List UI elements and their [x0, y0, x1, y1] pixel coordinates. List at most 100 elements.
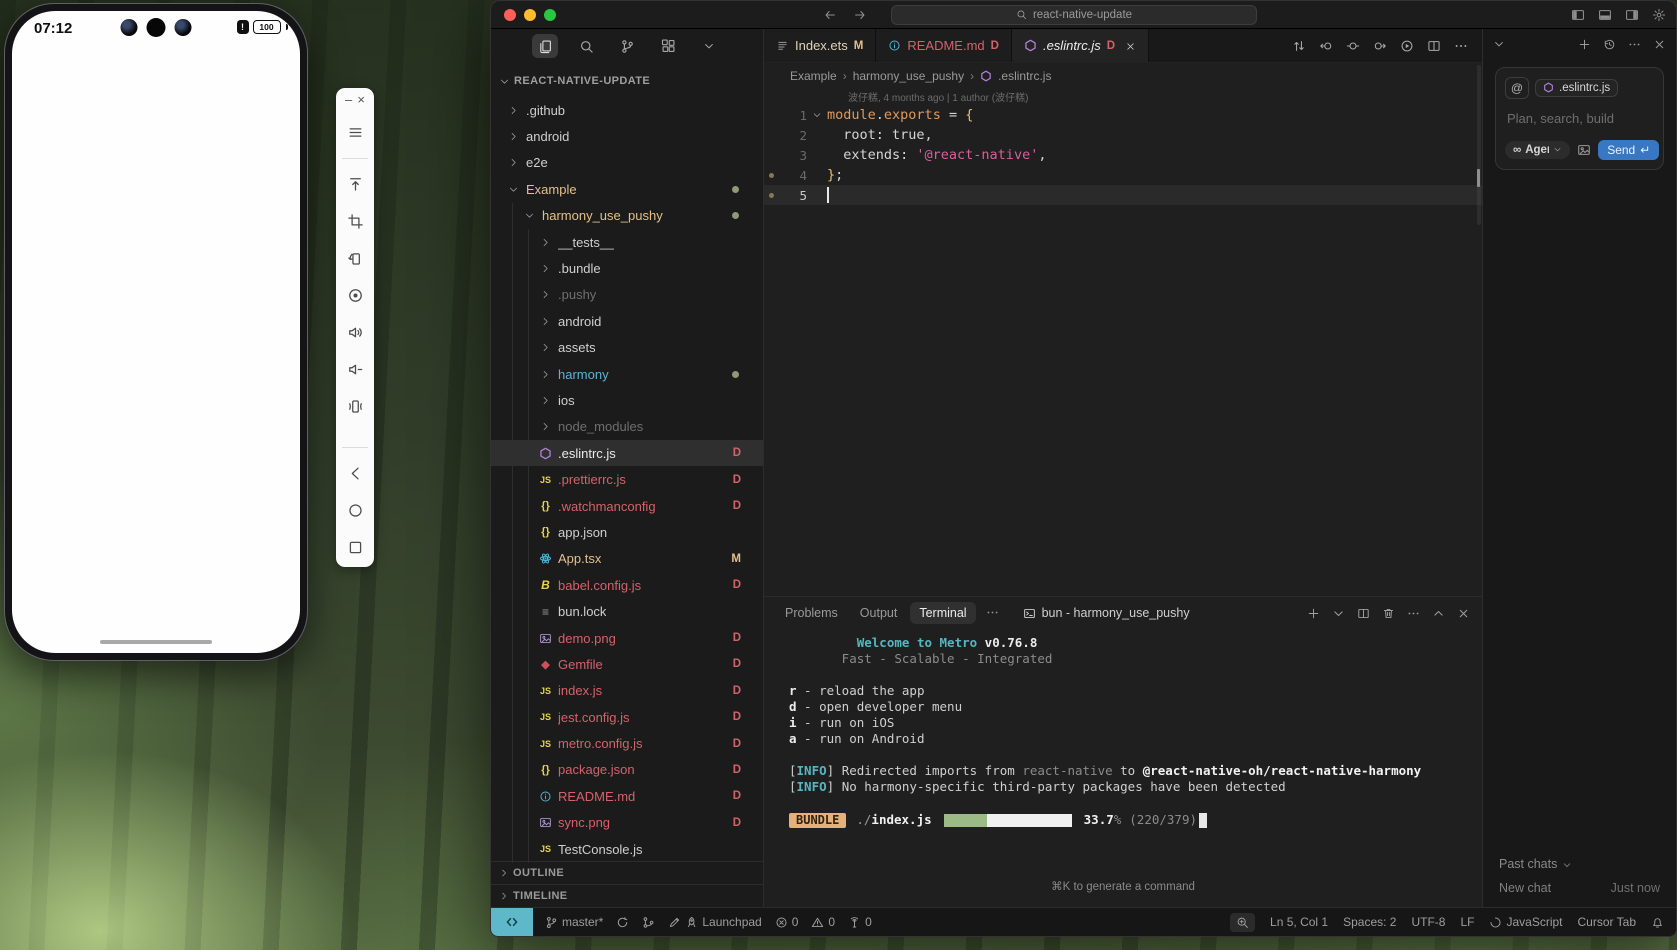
tree-item-android[interactable]: android: [491, 123, 763, 149]
close-icon[interactable]: [1457, 607, 1470, 620]
layout-left-icon[interactable]: [1571, 8, 1585, 22]
back-button[interactable]: [336, 455, 374, 492]
command-center-search[interactable]: react-native-update: [891, 5, 1257, 25]
terminal-output[interactable]: Welcome to Metro v0.76.8 Fast - Scalable…: [789, 635, 1472, 829]
status-eol[interactable]: LF: [1460, 915, 1474, 929]
circle-dot-icon[interactable]: [1346, 39, 1360, 53]
tree-item-.pushy[interactable]: .pushy: [491, 282, 763, 308]
chat-history-item[interactable]: New chat: [1499, 881, 1551, 895]
activity-extensions[interactable]: [655, 34, 681, 58]
tab-Index.ets[interactable]: Index.etsM: [764, 29, 876, 62]
recents-button[interactable]: [336, 529, 374, 566]
tree-item-assets[interactable]: assets: [491, 335, 763, 361]
tree-item-__tests__[interactable]: __tests__: [491, 229, 763, 255]
tree-item-jest.config.js[interactable]: JSjest.config.jsD: [491, 704, 763, 730]
tree-item-node_modules[interactable]: node_modules: [491, 414, 763, 440]
status-git-branch[interactable]: master*: [545, 915, 603, 929]
remote-indicator[interactable]: [491, 908, 533, 936]
close-icon[interactable]: [1653, 38, 1666, 51]
circle-right-icon[interactable]: [1373, 39, 1387, 53]
tree-item-app.json[interactable]: {}app.json: [491, 519, 763, 545]
status-zoom[interactable]: [1230, 913, 1255, 932]
volume-down-button[interactable]: [336, 351, 374, 388]
tree-item-demo.png[interactable]: demo.pngD: [491, 625, 763, 651]
breadcrumb-item[interactable]: .eslintrc.js: [998, 69, 1051, 83]
chevron-up-icon[interactable]: [1432, 607, 1445, 620]
tree-item-sync.png[interactable]: sync.pngD: [491, 810, 763, 836]
activity-branch[interactable]: [614, 34, 640, 58]
chat-input-card[interactable]: @ .eslintrc.js Plan, search, build ∞ Age…: [1495, 67, 1664, 170]
tree-item-README.md[interactable]: README.mdD: [491, 783, 763, 809]
status-cursor-position[interactable]: Ln 5, Col 1: [1270, 915, 1328, 929]
status-git-graph[interactable]: [642, 916, 655, 929]
chat-input-placeholder[interactable]: Plan, search, build: [1507, 111, 1652, 126]
panel-tab-Output[interactable]: Output: [851, 602, 907, 624]
code-line-1[interactable]: 1module.exports = {: [764, 105, 1482, 125]
phone-screen[interactable]: 07:12 ! 100: [12, 11, 300, 653]
plus-icon[interactable]: [1578, 38, 1591, 51]
tree-item-package.json[interactable]: {}package.jsonD: [491, 757, 763, 783]
panel-tabs-overflow[interactable]: [986, 604, 999, 622]
code-line-5[interactable]: 5: [764, 185, 1482, 205]
arrow-left-icon[interactable]: [823, 8, 837, 22]
outline-section[interactable]: OUTLINE: [491, 861, 763, 884]
explorer-root-header[interactable]: REACT-NATIVE-UPDATE: [491, 69, 763, 93]
home-indicator[interactable]: [100, 640, 212, 644]
tree-item-App.tsx[interactable]: App.tsxM: [491, 546, 763, 572]
crop-button[interactable]: [336, 203, 374, 240]
status-warnings[interactable]: 0: [811, 915, 835, 929]
tree-item-ios[interactable]: ios: [491, 387, 763, 413]
tree-item-.prettierrc.js[interactable]: JS.prettierrc.jsD: [491, 466, 763, 492]
editor-scrollbar[interactable]: [1477, 65, 1481, 225]
status-indentation[interactable]: Spaces: 2: [1343, 915, 1396, 929]
status-language-mode[interactable]: JavaScript: [1489, 915, 1562, 929]
tree-item-babel.config.js[interactable]: Bbabel.config.jsD: [491, 572, 763, 598]
status-launchpad[interactable]: Launchpad: [668, 915, 761, 929]
circle-left-icon[interactable]: [1319, 39, 1333, 53]
run-icon[interactable]: [1400, 39, 1414, 53]
ellipsis-icon[interactable]: [1454, 39, 1468, 53]
tree-item-harmony[interactable]: harmony: [491, 361, 763, 387]
past-chats-toggle[interactable]: Past chats: [1483, 857, 1676, 871]
code-line-4[interactable]: 4};: [764, 165, 1482, 185]
history-icon[interactable]: [1603, 38, 1616, 51]
chevron-down-icon[interactable]: [1332, 607, 1345, 620]
close-window-button[interactable]: [504, 9, 516, 21]
timeline-section[interactable]: TIMELINE: [491, 884, 763, 907]
context-file-chip[interactable]: .eslintrc.js: [1535, 79, 1618, 97]
activity-chevron-down[interactable]: [696, 34, 722, 58]
status-encoding[interactable]: UTF-8: [1411, 915, 1445, 929]
tree-item-Gemfile[interactable]: ◆GemfileD: [491, 651, 763, 677]
breadcrumb[interactable]: Example›harmony_use_pushy›.eslintrc.js: [764, 65, 1482, 87]
ellipsis-icon[interactable]: [1407, 607, 1420, 620]
code-line-3[interactable]: 3 extends: '@react-native',: [764, 145, 1482, 165]
menu-button[interactable]: [336, 114, 374, 151]
shake-button[interactable]: [336, 388, 374, 425]
tab-README.md[interactable]: README.mdD: [876, 29, 1012, 62]
status-errors[interactable]: 0: [775, 915, 799, 929]
panel-tab-Terminal[interactable]: Terminal: [910, 602, 975, 624]
top-button[interactable]: [336, 166, 374, 203]
tree-item-harmony_use_pushy[interactable]: harmony_use_pushy: [491, 203, 763, 229]
layout-right-icon[interactable]: [1625, 8, 1639, 22]
split-icon[interactable]: [1357, 607, 1370, 620]
activity-search[interactable]: [573, 34, 599, 58]
activity-files[interactable]: [532, 34, 558, 58]
gear-icon[interactable]: [1652, 8, 1666, 22]
tree-item-Example[interactable]: Example: [491, 176, 763, 202]
minimize-window-button[interactable]: [524, 9, 536, 21]
close-tab-icon[interactable]: [1125, 38, 1136, 53]
image-icon[interactable]: [1577, 143, 1591, 157]
volume-up-button[interactable]: [336, 314, 374, 351]
home-button[interactable]: [336, 492, 374, 529]
status-notifications[interactable]: [1651, 916, 1664, 929]
status-cursor-tab[interactable]: Cursor Tab: [1578, 915, 1636, 929]
breadcrumb-item[interactable]: Example: [790, 69, 837, 83]
trash-icon[interactable]: [1382, 607, 1395, 620]
tree-item-metro.config.js[interactable]: JSmetro.config.jsD: [491, 730, 763, 756]
tree-item-TestConsole.js[interactable]: JSTestConsole.js: [491, 836, 763, 862]
tree-item-index.js[interactable]: JSindex.jsD: [491, 678, 763, 704]
git-blame-lens[interactable]: 波仔糕, 4 months ago | 1 author (波仔糕): [848, 89, 1028, 104]
rotate-button[interactable]: [336, 240, 374, 277]
tree-item-.github[interactable]: .github: [491, 97, 763, 123]
